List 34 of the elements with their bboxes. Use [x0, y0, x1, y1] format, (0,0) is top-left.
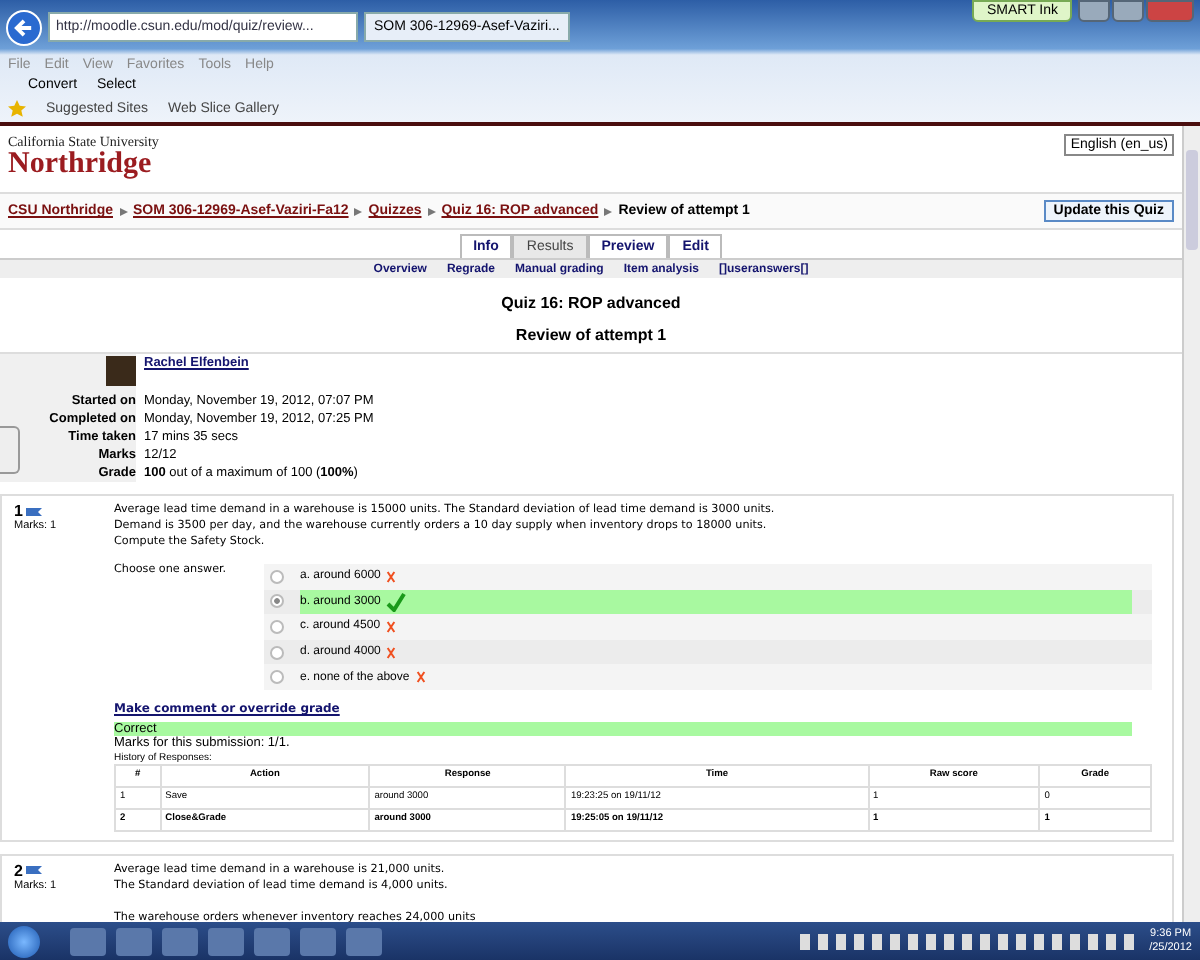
attempt-title: Review of attempt 1	[513, 326, 669, 344]
taskbar-app-icon[interactable]	[116, 927, 152, 955]
taskbar-app-icon[interactable]	[162, 927, 198, 955]
flag-icon[interactable]	[26, 505, 43, 517]
maximize-button[interactable]	[1112, 0, 1144, 22]
radio-button[interactable]	[270, 619, 284, 634]
close-button[interactable]	[1146, 0, 1194, 22]
breadcrumb-separator-icon	[427, 207, 436, 215]
system-tray-icons[interactable]	[799, 933, 1140, 949]
radio-button[interactable]	[270, 594, 284, 609]
radio-button[interactable]	[270, 569, 284, 584]
quiz-title: Quiz 16: ROP advanced	[499, 294, 683, 312]
taskbar-app-icon[interactable]	[208, 927, 244, 955]
start-button[interactable]	[8, 925, 40, 957]
question-number: 1	[14, 502, 23, 520]
radio-button[interactable]	[270, 645, 284, 660]
back-arrow-icon	[12, 15, 36, 39]
back-button[interactable]	[6, 9, 42, 45]
taskbar-app-icon[interactable]	[70, 927, 106, 955]
flag-icon[interactable]	[26, 864, 43, 877]
taskbar-app-icon[interactable]	[300, 927, 336, 955]
scrollbar[interactable]	[1182, 126, 1200, 922]
taskbar-app-icon[interactable]	[254, 927, 290, 955]
logo-title: Northridge	[8, 150, 152, 180]
favorites-star-icon[interactable]	[8, 99, 26, 117]
question-number: 2	[14, 861, 23, 880]
breadcrumb-separator-icon	[119, 207, 127, 215]
dock-handle-icon[interactable]	[0, 426, 20, 474]
breadcrumb-separator-icon	[604, 207, 613, 215]
avatar-placeholder	[106, 356, 136, 386]
taskbar-app-icon[interactable]	[346, 927, 382, 955]
radio-button[interactable]	[270, 670, 284, 685]
minimize-button[interactable]	[1078, 0, 1110, 22]
breadcrumb-separator-icon	[354, 207, 363, 215]
